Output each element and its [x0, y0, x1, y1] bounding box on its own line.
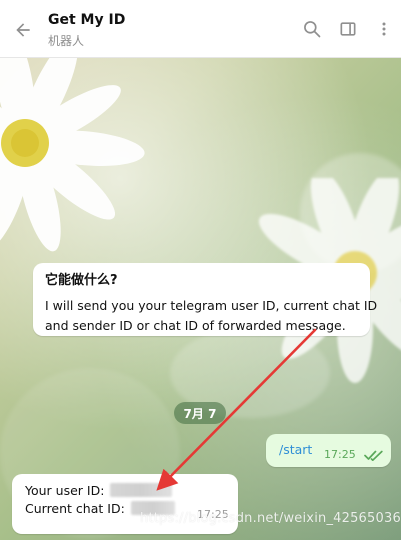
- chat-title[interactable]: Get My ID: [48, 12, 125, 28]
- arrow-left-icon: [16, 23, 30, 37]
- back-button[interactable]: [10, 17, 36, 43]
- more-button[interactable]: [373, 18, 395, 40]
- telegram-chat-window: Get My ID 机器人 它能做什么? I will send you you…: [0, 0, 401, 540]
- outgoing-message-text[interactable]: /start: [279, 442, 312, 457]
- chat-subtitle: 机器人: [48, 34, 85, 48]
- bot-intro-title: 它能做什么?: [45, 273, 118, 288]
- bot-intro-line-2: and sender ID or chat ID of forwarded me…: [45, 318, 346, 333]
- incoming-line-1: Your user ID:: [25, 481, 173, 501]
- bokeh-light: [300, 153, 401, 273]
- bot-intro-message: 它能做什么? I will send you your telegram use…: [33, 263, 378, 336]
- double-check-icon: [364, 450, 383, 461]
- more-vert-icon: [382, 22, 386, 36]
- outgoing-message: /start 17:25: [266, 434, 391, 467]
- daisy-flower-image: [0, 58, 145, 252]
- bot-intro-line-1: I will send you your telegram user ID, c…: [45, 298, 378, 313]
- header-actions: [287, 18, 395, 40]
- sidebar-panel-icon: [340, 22, 356, 36]
- message-time: 17:25: [324, 448, 356, 461]
- chat-header: Get My ID 机器人: [0, 0, 401, 58]
- search-button[interactable]: [301, 18, 323, 40]
- search-icon: [304, 21, 321, 38]
- chat-id-label: Current chat ID:: [25, 501, 125, 516]
- user-id-label: Your user ID:: [25, 483, 105, 498]
- toggle-sidebar-button[interactable]: [337, 18, 359, 40]
- watermark: https://blog.csdn.net/weixin_42565036: [140, 511, 401, 526]
- redacted-user-id: [110, 483, 173, 497]
- date-separator: 7月 7: [174, 402, 226, 424]
